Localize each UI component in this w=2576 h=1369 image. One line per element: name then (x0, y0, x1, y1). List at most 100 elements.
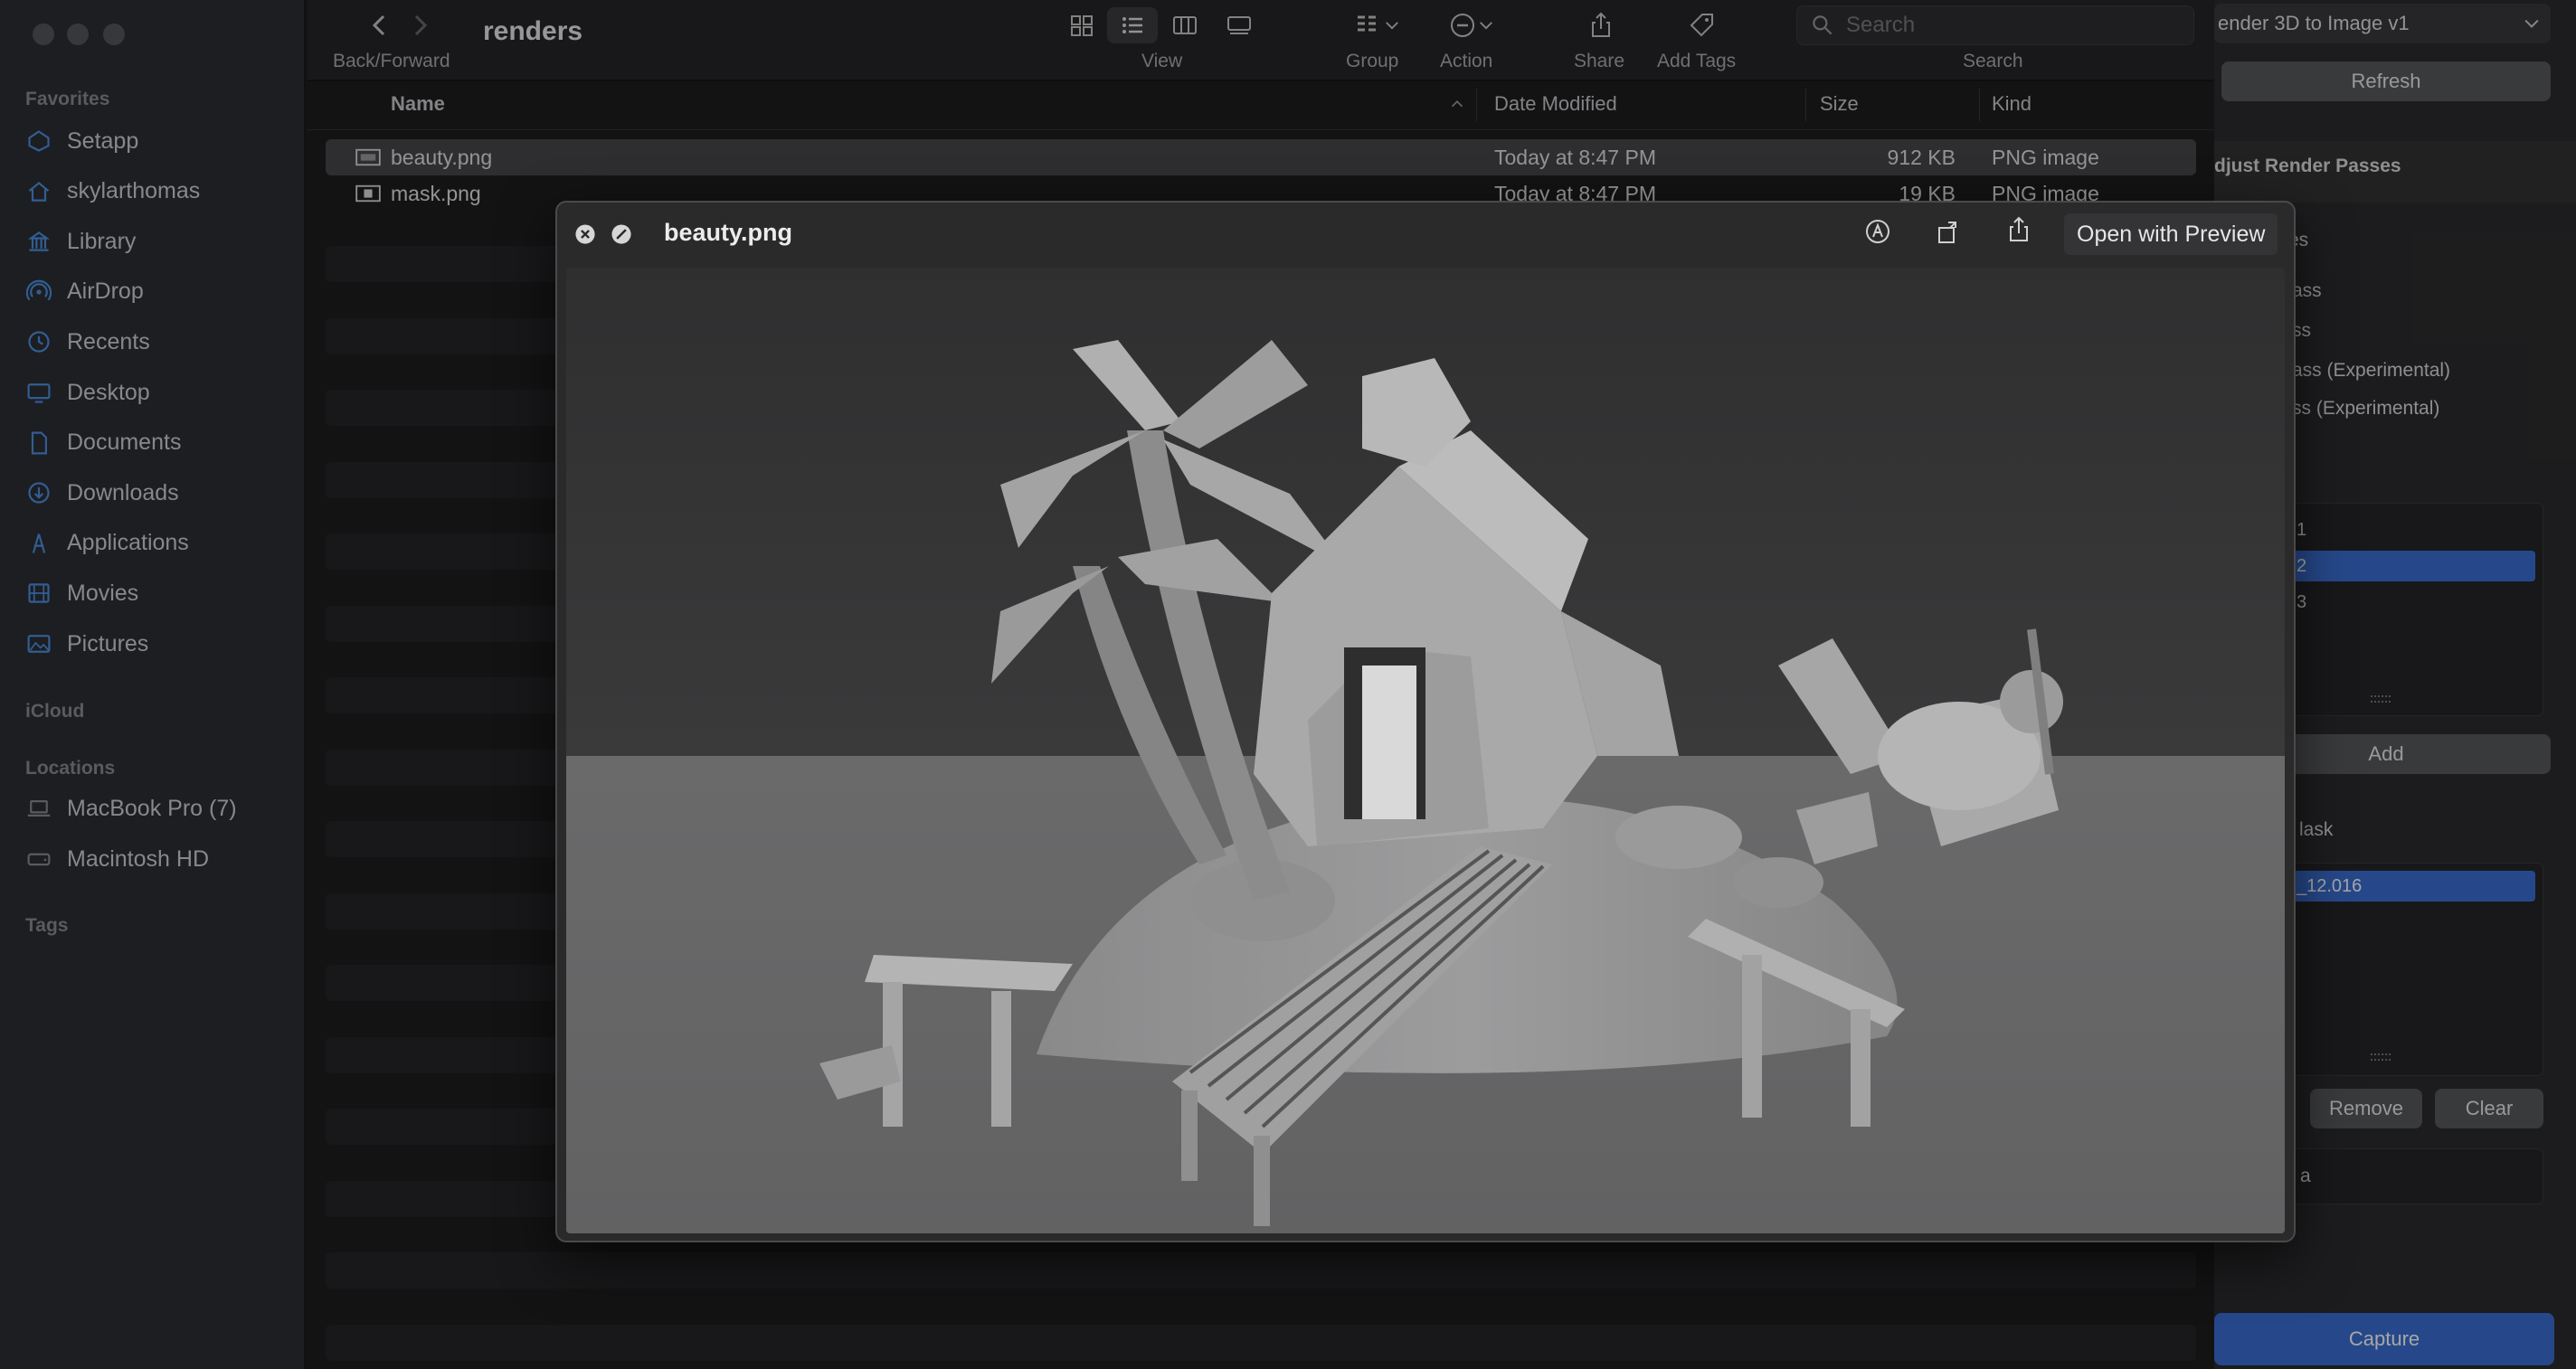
sidebar-item-library[interactable]: Library (25, 222, 136, 261)
add-tags-label: Add Tags (1657, 51, 1737, 71)
workflow-dropdown[interactable]: ender 3D to Image v1 (2214, 4, 2551, 43)
search-label: Search (1963, 51, 2023, 71)
quicklook-titlebar: beauty.png Open with Preview (557, 203, 2294, 268)
disk-icon (25, 845, 52, 873)
sidebar-item-label: MacBook Pro (7) (67, 795, 237, 821)
refresh-button[interactable]: Refresh (2221, 61, 2551, 101)
sidebar-item-documents[interactable]: Documents (25, 423, 181, 463)
column-size[interactable]: Size (1820, 92, 1859, 116)
setapp-icon (25, 127, 52, 155)
empty-row (326, 1252, 2196, 1289)
file-name: beauty.png (391, 145, 493, 169)
forward-button[interactable] (402, 7, 438, 43)
quicklook-close-button[interactable] (573, 222, 597, 246)
back-forward-label: Back/Forward (333, 51, 450, 71)
resize-handle[interactable] (2371, 1053, 2391, 1061)
sidebar-item-macintosh-hd[interactable]: Macintosh HD (25, 839, 209, 879)
share-label: Share (1574, 51, 1625, 71)
sidebar: Favorites Setapp skylarthomas Library AirDr… (0, 0, 306, 1369)
group-button[interactable] (1346, 7, 1409, 43)
chevron-down-icon (1386, 22, 1398, 30)
sidebar-item-skylarthomas[interactable]: skylarthomas (25, 172, 200, 212)
rotate-button[interactable] (1934, 217, 1970, 253)
open-with-preview-button[interactable]: Open with Preview (2064, 213, 2278, 255)
file-row-beauty[interactable]: beauty.png Today at 8:47 PM 912 KB PNG i… (326, 139, 2196, 175)
sidebar-item-airdrop[interactable]: AirDrop (25, 272, 144, 312)
gallery-view-button[interactable] (1217, 7, 1261, 43)
sidebar-item-desktop[interactable]: Desktop (25, 373, 150, 412)
search-field[interactable]: Search (1796, 5, 2194, 45)
markup-button[interactable] (1863, 217, 1899, 253)
sidebar-item-label: Pictures (67, 630, 149, 656)
remove-button[interactable]: Remove (2310, 1089, 2422, 1128)
file-size: 912 KB (1887, 145, 1956, 169)
quicklook-fullscreen-button[interactable] (610, 222, 633, 246)
sidebar-item-movies[interactable]: Movies (25, 573, 138, 613)
share-icon (1592, 12, 1610, 37)
download-icon (25, 479, 52, 506)
quicklook-share-button[interactable] (2004, 215, 2041, 251)
chevron-down-icon (1480, 22, 1492, 30)
sort-ascending-icon (1451, 100, 1463, 108)
column-kind[interactable]: Kind (1992, 92, 2031, 116)
action-button[interactable] (1440, 7, 1503, 43)
sidebar-item-setapp[interactable]: Setapp (25, 121, 138, 161)
pass-line-5[interactable]: ss (Experimental) (2292, 398, 2439, 420)
back-button[interactable] (362, 7, 398, 43)
adjust-passes-heading: djust Render Passes (2214, 156, 2401, 176)
mask-list-item-selected[interactable]: _12.016 (2293, 871, 2535, 902)
capture-button[interactable]: Capture (2214, 1313, 2554, 1365)
sidebar-item-applications[interactable]: Applications (25, 524, 189, 563)
sidebar-item-label: skylarthomas (67, 178, 201, 204)
sidebar-item-macbook-pro-7-[interactable]: MacBook Pro (7) (25, 788, 237, 828)
zoom-window-button[interactable] (103, 24, 125, 45)
chevron-right-icon (414, 14, 428, 36)
file-name: mask.png (391, 181, 481, 205)
columns-icon (1173, 16, 1197, 34)
pass-list-item-selected[interactable]: 2 (2293, 551, 2535, 581)
gallery-icon (1227, 16, 1251, 34)
column-view-button[interactable] (1163, 7, 1207, 43)
sidebar-item-downloads[interactable]: Downloads (25, 473, 179, 513)
resize-handle[interactable] (2371, 695, 2391, 703)
film-icon (25, 580, 52, 607)
pass-line-4[interactable]: ass (Experimental) (2292, 360, 2450, 382)
sidebar-section-icloud: iCloud (25, 701, 85, 722)
image-file-icon (355, 148, 381, 166)
chevron-down-icon (2524, 19, 2539, 28)
sidebar-item-label: Library (67, 228, 137, 254)
column-name[interactable]: Name (391, 92, 445, 116)
photo-icon (25, 630, 52, 657)
empty-row (326, 1324, 2196, 1361)
rotate-icon (1938, 222, 1956, 243)
list-view-button[interactable] (1107, 7, 1158, 43)
mask-label: lask (2299, 819, 2334, 840)
render-preview-image (566, 268, 2285, 1233)
file-date: Today at 8:47 PM (1494, 145, 1656, 169)
sidebar-item-label: AirDrop (67, 279, 144, 305)
search-icon (1813, 15, 1833, 35)
pass-list-item[interactable]: 3 (2297, 592, 2306, 613)
chevron-left-icon (372, 14, 385, 36)
share-icon (2010, 216, 2028, 241)
sidebar-section-locations: Locations (25, 758, 116, 779)
share-button[interactable] (1579, 7, 1623, 43)
sidebar-item-label: Documents (67, 430, 182, 456)
add-tags-button[interactable] (1681, 7, 1724, 43)
airdrop-icon (25, 279, 52, 306)
document-icon (25, 430, 52, 457)
column-date-modified[interactable]: Date Modified (1494, 92, 1617, 116)
icon-view-button[interactable] (1060, 7, 1103, 43)
sidebar-item-recents[interactable]: Recents (25, 322, 150, 362)
sidebar-section-tags: Tags (25, 915, 69, 936)
minimize-window-button[interactable] (67, 24, 89, 45)
sidebar-item-pictures[interactable]: Pictures (25, 624, 148, 664)
action-label: Action (1440, 51, 1493, 71)
pass-line-2[interactable]: ass (2292, 280, 2322, 302)
close-window-button[interactable] (33, 24, 54, 45)
sidebar-item-label: Setapp (67, 127, 139, 154)
clear-button[interactable]: Clear (2435, 1089, 2543, 1128)
sidebar-item-label: Macintosh HD (67, 845, 209, 872)
pass-list-item[interactable]: 1 (2297, 520, 2306, 541)
desktop-icon (25, 379, 52, 406)
